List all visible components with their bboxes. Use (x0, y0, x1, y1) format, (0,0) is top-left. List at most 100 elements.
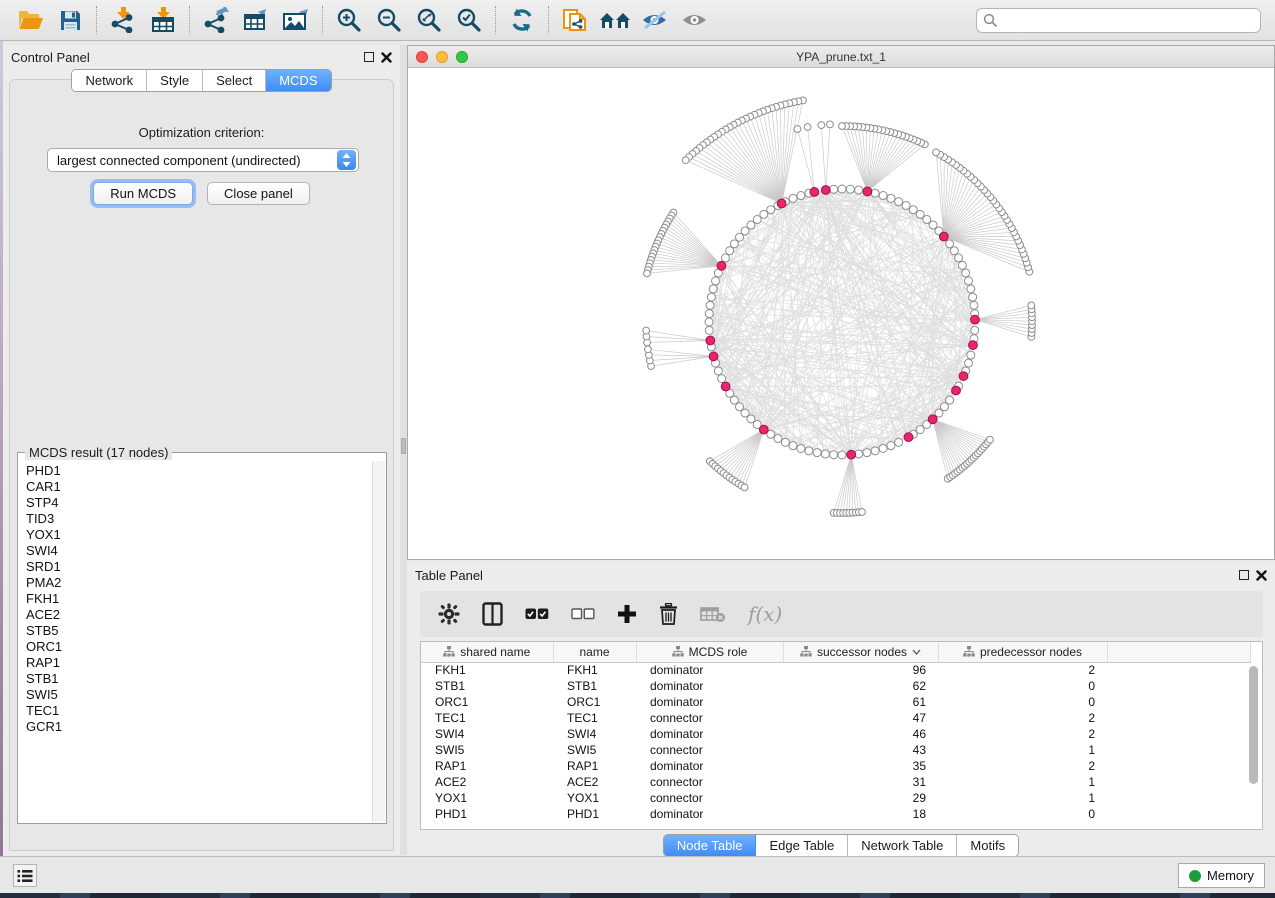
cell-name: ACE2 (553, 774, 636, 790)
cell-successor_nodes: 61 (783, 694, 938, 710)
table-row[interactable]: PHD1PHD1dominator180 (421, 806, 1250, 822)
search-input[interactable] (976, 8, 1261, 33)
network-window-titlebar[interactable]: YPA_prune.txt_1 (408, 46, 1274, 68)
cell-successor_nodes: 35 (783, 758, 938, 774)
close-panel-icon[interactable] (381, 52, 392, 63)
table-row[interactable]: YOX1YOX1connector291 (421, 790, 1250, 806)
mcds-result-list[interactable]: PHD1CAR1STP4TID3YOX1SWI4SRD1PMA2FKH1ACE2… (19, 461, 372, 822)
split-columns-icon[interactable] (482, 602, 503, 626)
mcds-result-item[interactable]: SWI5 (26, 687, 372, 703)
mcds-result-item[interactable]: GCR1 (26, 719, 372, 735)
mcds-result-item[interactable]: TEC1 (26, 703, 372, 719)
tab-network-table[interactable]: Network Table (848, 835, 957, 856)
mcds-result-item[interactable]: YOX1 (26, 527, 372, 543)
tab-edge-table[interactable]: Edge Table (756, 835, 848, 856)
panel-splitter[interactable] (400, 45, 407, 855)
float-panel-icon[interactable] (1239, 570, 1249, 580)
delete-column-icon[interactable] (659, 603, 678, 625)
column-header-predecessor-nodes[interactable]: predecessor nodes (938, 642, 1107, 662)
mcds-result-item[interactable]: RAP1 (26, 655, 372, 671)
table-row[interactable]: ACE2ACE2connector311 (421, 774, 1250, 790)
table-row[interactable]: FKH1FKH1dominator962 (421, 662, 1250, 678)
hide-selected-icon[interactable] (635, 3, 675, 37)
mcds-result-item[interactable]: ACE2 (26, 607, 372, 623)
tab-select[interactable]: Select (203, 70, 266, 91)
create-column-icon[interactable] (617, 604, 637, 624)
cell-shared_name: STB1 (421, 678, 553, 694)
mcds-result-item[interactable]: ORC1 (26, 639, 372, 655)
cell-predecessor_nodes: 0 (938, 806, 1107, 822)
splitter-grip[interactable] (401, 438, 406, 454)
cell-mcds_role: dominator (636, 758, 783, 774)
duplicate-network-icon[interactable] (555, 3, 595, 37)
deselect-all-icon[interactable] (571, 607, 595, 621)
mcds-result-item[interactable]: PHD1 (26, 463, 372, 479)
table-scrollbar-thumb[interactable] (1249, 666, 1258, 784)
mcds-result-item[interactable]: SRD1 (26, 559, 372, 575)
column-header-name[interactable]: name (553, 642, 636, 662)
mcds-result-item[interactable]: SWI4 (26, 543, 372, 559)
export-network-icon[interactable] (196, 3, 236, 37)
network-view-window: YPA_prune.txt_1 (407, 45, 1275, 560)
close-panel-button[interactable]: Close panel (207, 182, 310, 205)
mcds-result-item[interactable]: FKH1 (26, 591, 372, 607)
cell-name: ORC1 (553, 694, 636, 710)
mcds-result-item[interactable]: TID3 (26, 511, 372, 527)
table-row[interactable]: RAP1RAP1dominator352 (421, 758, 1250, 774)
status-bar: Memory (0, 856, 1275, 893)
import-table-icon[interactable] (143, 3, 183, 37)
tab-network[interactable]: Network (72, 70, 147, 91)
mcds-result-title: MCDS result (17 nodes) (25, 445, 172, 460)
panel-list-button[interactable] (13, 864, 37, 887)
cell-predecessor_nodes: 2 (938, 662, 1107, 678)
result-scrollbar[interactable] (372, 461, 385, 822)
control-panel-titlebar: Control Panel (3, 45, 400, 69)
table-row[interactable]: TEC1TEC1connector472 (421, 710, 1250, 726)
cell-mcds_role: connector (636, 774, 783, 790)
cell-predecessor_nodes: 1 (938, 742, 1107, 758)
show-all-icon[interactable] (675, 3, 715, 37)
table-row[interactable]: SWI4SWI4dominator462 (421, 726, 1250, 742)
cell-shared_name: TEC1 (421, 710, 553, 726)
table-row[interactable]: ORC1ORC1dominator610 (421, 694, 1250, 710)
mcds-result-item[interactable]: STB5 (26, 623, 372, 639)
table-scrollbar[interactable] (1248, 664, 1260, 827)
column-header-shared-name[interactable]: shared name (421, 642, 553, 662)
control-panel-title: Control Panel (11, 50, 90, 65)
zoom-selected-icon[interactable] (449, 3, 489, 37)
mcds-result-item[interactable]: CAR1 (26, 479, 372, 495)
mcds-result-item[interactable]: PMA2 (26, 575, 372, 591)
zoom-out-icon[interactable] (369, 3, 409, 37)
cell-successor_nodes: 43 (783, 742, 938, 758)
table-row[interactable]: STB1STB1dominator620 (421, 678, 1250, 694)
save-session-icon[interactable] (50, 3, 90, 37)
close-panel-icon[interactable] (1256, 570, 1267, 581)
cell-mcds_role: dominator (636, 694, 783, 710)
select-all-icon[interactable] (525, 607, 549, 621)
float-panel-icon[interactable] (364, 52, 374, 62)
open-session-icon[interactable] (10, 3, 50, 37)
criterion-select[interactable]: largest connected component (undirected) (47, 148, 359, 172)
export-table-icon[interactable] (236, 3, 276, 37)
column-header-MCDS-role[interactable]: MCDS role (636, 642, 783, 662)
tab-motifs[interactable]: Motifs (957, 835, 1018, 856)
first-neighbors-icon[interactable] (595, 3, 635, 37)
zoom-fit-icon[interactable] (409, 3, 449, 37)
tab-mcds[interactable]: MCDS (266, 70, 330, 91)
zoom-in-icon[interactable] (329, 3, 369, 37)
export-image-icon[interactable] (276, 3, 316, 37)
run-mcds-button[interactable]: Run MCDS (93, 182, 193, 205)
refresh-icon[interactable] (502, 3, 542, 37)
table-settings-icon[interactable] (438, 603, 460, 625)
main-toolbar (0, 0, 1275, 41)
column-header-successor-nodes[interactable]: successor nodes (783, 642, 938, 662)
network-canvas[interactable] (408, 68, 1274, 559)
mcds-result-item[interactable]: STB1 (26, 671, 372, 687)
import-network-icon[interactable] (103, 3, 143, 37)
mcds-result-item[interactable]: STP4 (26, 495, 372, 511)
tab-node-table[interactable]: Node Table (664, 835, 757, 856)
search-icon (983, 13, 998, 28)
memory-button[interactable]: Memory (1178, 863, 1265, 888)
tab-style[interactable]: Style (147, 70, 203, 91)
table-row[interactable]: SWI5SWI5connector431 (421, 742, 1250, 758)
